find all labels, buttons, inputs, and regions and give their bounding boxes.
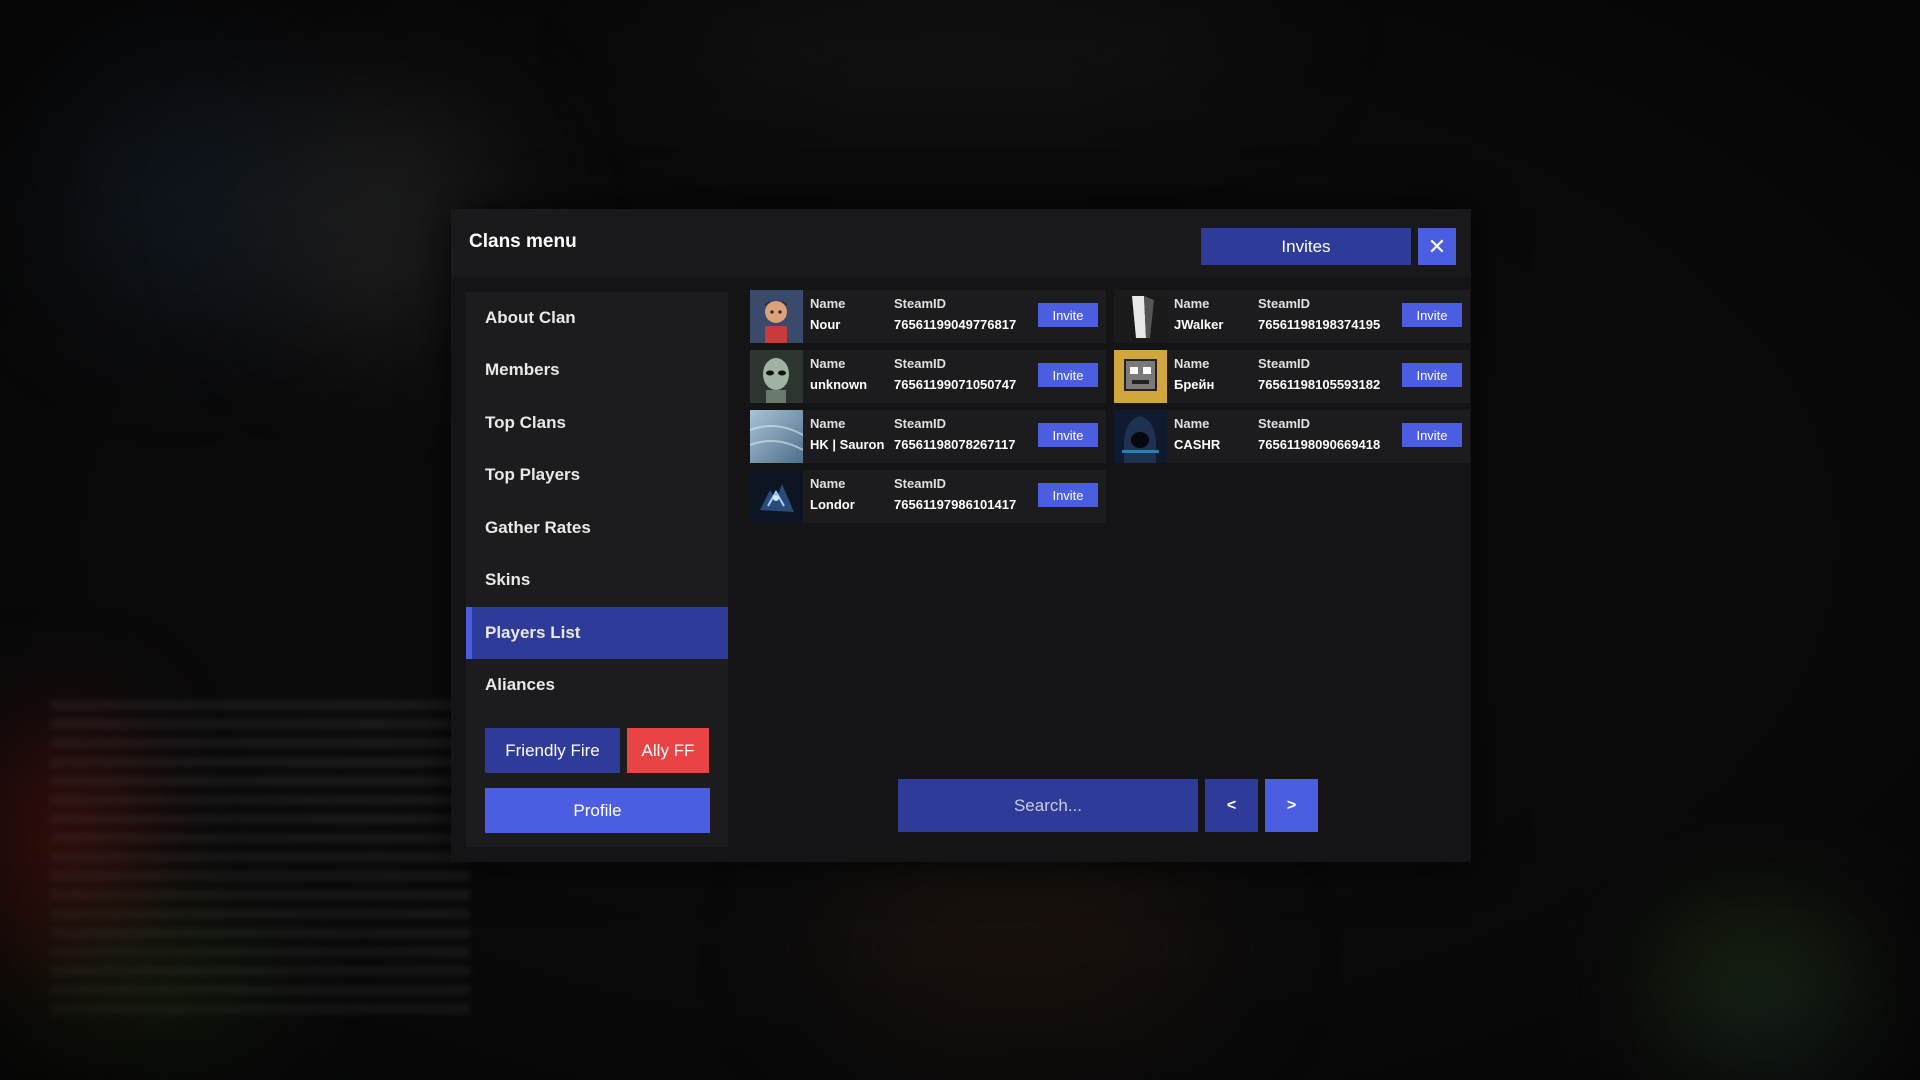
- name-label: Name: [1174, 296, 1210, 311]
- robot-avatar: [1114, 350, 1167, 403]
- name-label: Name: [810, 476, 846, 491]
- player-name: Nour: [810, 317, 841, 332]
- modal-header: Clans menu Invites ✕: [451, 209, 1471, 277]
- clans-menu-modal: Clans menu Invites ✕ About Clan Members …: [451, 209, 1471, 862]
- steamid-label: SteamID: [1258, 356, 1311, 371]
- player-name: unknown: [810, 377, 868, 392]
- next-page-button[interactable]: >: [1265, 779, 1318, 832]
- name-label: Name: [810, 356, 846, 371]
- invite-button[interactable]: Invite: [1038, 363, 1098, 387]
- sidebar-item-gather-rates[interactable]: Gather Rates: [466, 502, 728, 554]
- sidebar: About Clan Members Top Clans Top Players…: [466, 292, 728, 847]
- player-steamid: 76561198090669418: [1258, 437, 1381, 452]
- friendly-fire-button[interactable]: Friendly Fire: [485, 728, 620, 773]
- invite-button[interactable]: Invite: [1038, 483, 1098, 507]
- previous-page-button[interactable]: <: [1205, 779, 1258, 832]
- player-steamid: 76561199071050747: [894, 377, 1017, 392]
- blue-creature-avatar: [750, 470, 803, 523]
- alien-avatar: [750, 350, 803, 403]
- sidebar-item-about-clan[interactable]: About Clan: [466, 292, 728, 344]
- ally-ff-button[interactable]: Ally FF: [627, 728, 709, 773]
- steamid-label: SteamID: [894, 416, 947, 431]
- search-input[interactable]: [898, 778, 1198, 833]
- invites-button[interactable]: Invites: [1201, 228, 1411, 265]
- invite-button[interactable]: Invite: [1038, 423, 1098, 447]
- player-card: Name unknown SteamID 76561199071050747 I…: [750, 350, 1106, 403]
- steamid-label: SteamID: [1258, 296, 1311, 311]
- steamid-label: SteamID: [1258, 416, 1311, 431]
- player-name: CASHR: [1174, 437, 1221, 452]
- invite-button[interactable]: Invite: [1038, 303, 1098, 327]
- search-box: [898, 778, 1198, 833]
- player-name: HK | Sauron: [810, 437, 885, 452]
- profile-button[interactable]: Profile: [485, 788, 710, 833]
- invite-button[interactable]: Invite: [1402, 363, 1462, 387]
- player-card: Name HK | Sauron SteamID 765611980782671…: [750, 410, 1106, 463]
- player-name: Брейн: [1174, 377, 1215, 392]
- name-label: Name: [1174, 416, 1210, 431]
- player-card: Name Nour SteamID 76561199049776817 Invi…: [750, 290, 1106, 343]
- modal-title: Clans menu: [469, 231, 577, 252]
- player-steamid: 76561198198374195: [1258, 317, 1381, 332]
- player-steamid: 76561199049776817: [894, 317, 1017, 332]
- player-name: JWalker: [1174, 317, 1224, 332]
- player-card: Name JWalker SteamID 76561198198374195 I…: [1114, 290, 1470, 343]
- cartoon-man-avatar: [750, 290, 803, 343]
- chevron-left-icon: <: [1226, 796, 1237, 814]
- name-label: Name: [1174, 356, 1210, 371]
- steamid-label: SteamID: [894, 296, 947, 311]
- close-icon: ✕: [1427, 233, 1447, 259]
- player-steamid: 76561198078267117: [894, 437, 1016, 452]
- sidebar-item-players-list[interactable]: Players List: [466, 607, 728, 659]
- chevron-right-icon: >: [1286, 796, 1297, 814]
- sidebar-item-members[interactable]: Members: [466, 344, 728, 396]
- player-card: Name Брейн SteamID 76561198105593182 Inv…: [1114, 350, 1470, 403]
- sidebar-item-aliances[interactable]: Aliances: [466, 659, 728, 711]
- close-button[interactable]: ✕: [1418, 228, 1456, 265]
- name-label: Name: [810, 416, 846, 431]
- sidebar-item-top-players[interactable]: Top Players: [466, 449, 728, 501]
- player-card: Name Londor SteamID 76561197986101417 In…: [750, 470, 1106, 523]
- player-steamid: 76561198105593182: [1258, 377, 1381, 392]
- player-steamid: 76561197986101417: [894, 497, 1017, 512]
- player-card: Name CASHR SteamID 76561198090669418 Inv…: [1114, 410, 1470, 463]
- steamid-label: SteamID: [894, 356, 947, 371]
- sidebar-item-skins[interactable]: Skins: [466, 554, 728, 606]
- player-name: Londor: [810, 497, 855, 512]
- hooded-figure-avatar: [1114, 410, 1167, 463]
- sidebar-item-top-clans[interactable]: Top Clans: [466, 397, 728, 449]
- steamid-label: SteamID: [894, 476, 947, 491]
- name-label: Name: [810, 296, 846, 311]
- invite-button[interactable]: Invite: [1402, 303, 1462, 327]
- blue-texture-avatar: [750, 410, 803, 463]
- invite-button[interactable]: Invite: [1402, 423, 1462, 447]
- dark-figure-avatar: [1114, 290, 1167, 343]
